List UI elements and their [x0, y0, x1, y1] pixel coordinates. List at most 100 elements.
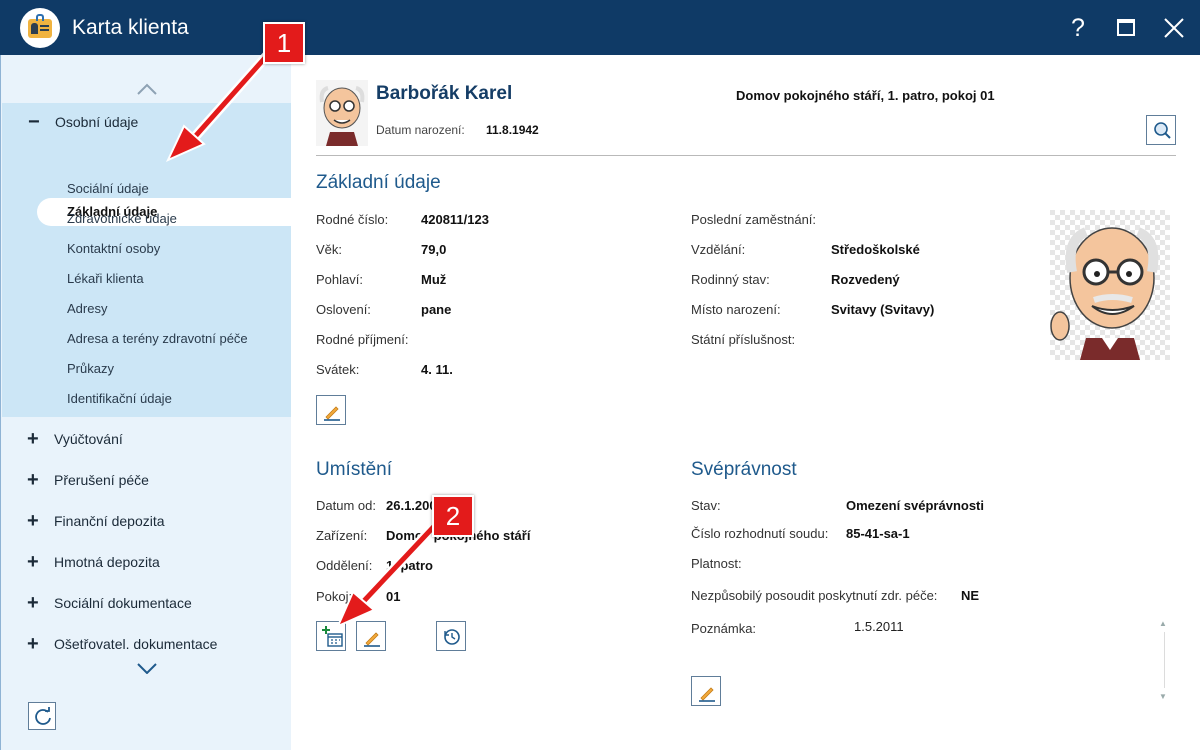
plus-icon: +	[27, 428, 39, 450]
plus-icon: +	[27, 551, 39, 573]
field-label: Pokoj:	[316, 589, 353, 604]
sidebar-group-label: Ošetřovatel. dokumentace	[54, 636, 218, 652]
field-label: Zařízení:	[316, 528, 368, 543]
field-value: 79,0	[421, 242, 447, 257]
section-title-placement: Umístění	[316, 459, 393, 480]
placement-history-button[interactable]	[436, 621, 466, 651]
field-value: Středoškolské	[831, 242, 920, 257]
pencil-icon	[364, 632, 380, 647]
field-value: Muž	[421, 272, 447, 287]
add-calendar-icon	[322, 626, 343, 647]
title-bar: Karta klienta ?	[0, 0, 1200, 55]
field-label: Poznámka:	[691, 621, 757, 636]
pencil-icon	[324, 406, 340, 421]
note-scroll-up-icon[interactable]: ▲	[1159, 619, 1167, 628]
sidebar-item-social-data[interactable]: Sociální údaje	[67, 181, 149, 196]
field-value: 01	[386, 589, 401, 604]
field-label: Státní příslušnost:	[691, 332, 796, 347]
field-value: 4. 11.	[421, 362, 453, 377]
note-value: 1.5.2011	[854, 619, 904, 634]
sidebar-group-label: Vyúčtování	[54, 431, 123, 447]
field-value: 85-41-sa-1	[846, 526, 910, 541]
field-value: Svitavy (Svitavy)	[831, 302, 935, 317]
field-value: pane	[421, 302, 452, 317]
window-title: Karta klienta	[72, 16, 189, 39]
close-button[interactable]	[1158, 12, 1190, 44]
maximize-button[interactable]	[1110, 12, 1142, 44]
refresh-button[interactable]	[28, 702, 56, 730]
sidebar-group-label: Přerušení péče	[54, 472, 149, 488]
add-placement-button[interactable]	[316, 621, 346, 651]
field-label: Oddělení:	[316, 558, 373, 573]
minus-icon: −	[28, 111, 40, 133]
sidebar-group-personal[interactable]: − Osobní údaje	[2, 103, 292, 141]
field-label: Oslovení:	[316, 302, 371, 317]
field-label: Nezpůsobilý posoudit poskytnutí zdr. péč…	[691, 588, 938, 603]
help-button[interactable]: ?	[1062, 12, 1094, 44]
plus-icon: +	[27, 469, 39, 491]
close-icon	[1164, 18, 1184, 38]
sidebar-group-label: Osobní údaje	[55, 114, 139, 130]
sidebar-item-contacts[interactable]: Kontaktní osoby	[67, 241, 160, 256]
sidebar-item-health-data[interactable]: Zdravotnické údaje	[67, 211, 177, 226]
dob-label: Datum narození:	[376, 123, 465, 137]
sidebar-item-doctors[interactable]: Lékaři klienta	[67, 271, 144, 286]
sidebar-group-care-interruption[interactable]: + Přerušení péče	[1, 461, 291, 499]
sidebar-group-billing[interactable]: + Vyúčtování	[1, 420, 291, 458]
sidebar-group-label: Hmotná depozita	[54, 554, 160, 570]
sidebar-item-addresses[interactable]: Adresy	[67, 301, 107, 316]
sidebar-group-social-documentation[interactable]: + Sociální dokumentace	[1, 584, 291, 622]
sidebar-item-cards[interactable]: Průkazy	[67, 361, 114, 376]
edit-placement-button[interactable]	[356, 621, 386, 651]
note-scroll-down-icon[interactable]: ▼	[1159, 692, 1167, 701]
client-photo	[1050, 210, 1170, 360]
field-label: Rodné příjmení:	[316, 332, 409, 347]
section-title-basic: Základní údaje	[316, 172, 441, 193]
field-label: Číslo rozhodnutí soudu:	[691, 526, 829, 541]
sidebar-item-health-terrain[interactable]: Adresa a terény zdravotní péče	[67, 331, 248, 346]
expanded-group-personal: − Osobní údaje	[2, 103, 292, 417]
sidebar-group-label: Finanční depozita	[54, 513, 165, 529]
sidebar-group-material-deposits[interactable]: + Hmotná depozita	[1, 543, 291, 581]
field-label: Rodinný stav:	[691, 272, 770, 287]
sidebar-item-identification[interactable]: Identifikační údaje	[67, 391, 172, 406]
edit-basic-button[interactable]	[316, 395, 346, 425]
magnifier-icon	[1154, 122, 1171, 139]
field-value: 1. patro	[386, 558, 433, 573]
maximize-icon	[1117, 19, 1135, 36]
sidebar-group-nursing-documentation[interactable]: + Ošetřovatel. dokumentace	[1, 625, 291, 663]
client-location: Domov pokojného stáří, 1. patro, pokoj 0…	[736, 88, 995, 103]
plus-icon: +	[27, 592, 39, 614]
header-divider	[316, 155, 1176, 156]
field-label: Vzdělání:	[691, 242, 746, 257]
edit-capacity-button[interactable]	[691, 676, 721, 706]
field-value: Rozvedený	[831, 272, 900, 287]
plus-icon: +	[27, 510, 39, 532]
pencil-icon	[699, 687, 715, 702]
field-label: Datum od:	[316, 498, 376, 513]
field-label: Platnost:	[691, 556, 742, 571]
field-value: 420811/123	[421, 212, 489, 227]
dob-value: 11.8.1942	[486, 123, 539, 137]
callout-badge-1: 1	[263, 22, 305, 64]
scroll-down-chevron-icon[interactable]	[136, 662, 158, 674]
field-label: Místo narození:	[691, 302, 781, 317]
field-value: NE	[961, 588, 980, 603]
field-label: Pohlaví:	[316, 272, 363, 287]
callout-badge-2: 2	[432, 495, 474, 537]
search-button[interactable]	[1146, 115, 1176, 145]
section-title-capacity: Svéprávnost	[691, 459, 797, 480]
field-label: Poslední zaměstnání:	[691, 212, 817, 227]
history-clock-icon	[444, 629, 460, 645]
sidebar-group-financial-deposits[interactable]: + Finanční depozita	[1, 502, 291, 540]
field-label: Svátek:	[316, 362, 360, 377]
refresh-icon	[35, 707, 51, 725]
client-name: Barbořák Karel	[376, 83, 513, 104]
field-label: Rodné číslo:	[316, 212, 389, 227]
field-label: Věk:	[316, 242, 343, 257]
field-label: Stav:	[691, 498, 721, 513]
scroll-up-chevron-icon[interactable]	[136, 83, 158, 95]
note-scrollbar[interactable]	[1164, 632, 1165, 688]
main-panel	[291, 55, 1200, 750]
plus-icon: +	[27, 633, 39, 655]
